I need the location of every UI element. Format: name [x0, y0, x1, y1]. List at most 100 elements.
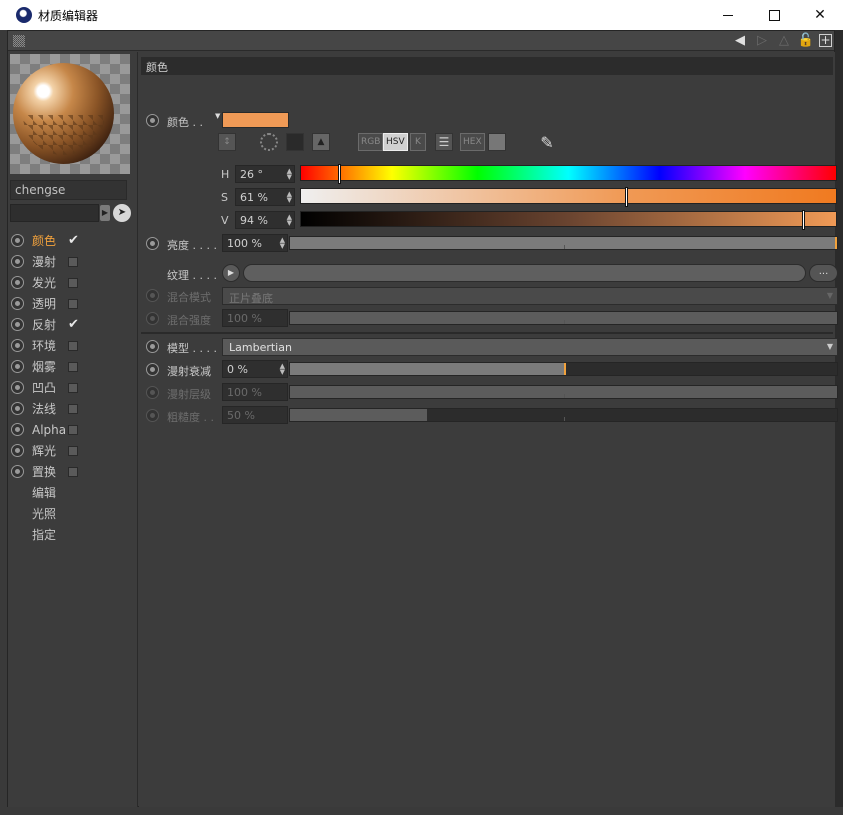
channel-radio[interactable] — [11, 255, 24, 268]
channel-radio[interactable] — [11, 423, 24, 436]
toolbar-grip-icon[interactable] — [13, 35, 25, 47]
brightness-knob[interactable] — [835, 237, 837, 249]
brightness-radio[interactable] — [146, 237, 159, 250]
pick-cursor-icon[interactable]: ➤ — [113, 204, 131, 222]
channel-radio[interactable] — [11, 339, 24, 352]
up-arrow-icon[interactable]: △ — [775, 32, 793, 49]
hex-mode-button[interactable]: HEX — [460, 133, 485, 151]
color-wheel-mode-icon[interactable]: ↕ — [218, 133, 236, 151]
channel-item-reflection[interactable]: 反射 ✔ — [8, 314, 136, 335]
saturation-field[interactable]: 61 % ▲ ▼ — [235, 188, 295, 206]
color-spectrum-icon[interactable] — [260, 133, 278, 151]
close-button[interactable] — [797, 0, 843, 30]
blend-strength-value: 100 % — [227, 312, 262, 325]
image-picker-icon[interactable]: ▲ — [312, 133, 330, 151]
brightness-field[interactable]: 100 % ▲ ▼ — [222, 234, 288, 252]
channel-checkbox[interactable] — [68, 424, 78, 435]
diffuse-falloff-radio[interactable] — [146, 363, 159, 376]
channel-checkbox[interactable] — [68, 445, 78, 456]
channel-radio[interactable] — [11, 318, 24, 331]
hue-label: H — [221, 168, 230, 181]
channel-radio[interactable] — [11, 402, 24, 415]
color-chart-icon[interactable] — [488, 133, 506, 151]
sidebar-item-illumination[interactable]: 光照 — [8, 503, 136, 524]
channel-item-alpha[interactable]: Alpha — [8, 419, 136, 440]
rgb-mode-button[interactable]: RGB — [358, 133, 384, 151]
hue-marker[interactable] — [338, 164, 341, 184]
channel-label: 透明 — [32, 297, 57, 311]
mixer-icon[interactable]: ☰ — [435, 133, 453, 151]
model-dropdown[interactable]: Lambertian ▼ — [222, 338, 838, 356]
hue-field[interactable]: 26 ° ▲ ▼ — [235, 165, 295, 183]
hue-slider[interactable] — [300, 164, 837, 184]
channel-item-luminance[interactable]: 发光 — [8, 272, 136, 293]
channel-item-fog[interactable]: 烟雾 — [8, 356, 136, 377]
channel-radio[interactable] — [11, 234, 24, 247]
search-row: ▶ ➤ — [10, 204, 136, 224]
diffuse-falloff-slider[interactable] — [289, 362, 838, 376]
material-name-field[interactable]: chengse — [10, 180, 127, 200]
diffuse-falloff-knob[interactable] — [564, 363, 566, 375]
texture-label: 纹理 . . . . — [167, 269, 217, 282]
saturation-slider[interactable] — [300, 187, 837, 207]
channel-checkbox[interactable] — [68, 256, 78, 267]
sidebar-item-assign[interactable]: 指定 — [8, 524, 136, 545]
texture-menu-button[interactable]: ▶ — [222, 264, 240, 282]
forward-arrow-icon[interactable]: ▷ — [753, 32, 771, 49]
sidebar-item-edit[interactable]: 编辑 — [8, 482, 136, 503]
value-field[interactable]: 94 % ▲ ▼ — [235, 211, 295, 229]
channel-item-diffuse[interactable]: 漫射 — [8, 251, 136, 272]
eyedropper-icon[interactable]: ✎ — [537, 133, 557, 152]
lock-icon[interactable]: 🔓 — [797, 32, 815, 49]
channel-checkbox[interactable] — [68, 403, 78, 414]
channel-checkbox[interactable] — [68, 340, 78, 351]
color-param-radio[interactable] — [146, 114, 159, 127]
minimize-button[interactable] — [705, 0, 751, 30]
color-picker-square-icon[interactable] — [286, 133, 304, 151]
diffuse-falloff-field[interactable]: 0 % ▲ ▼ — [222, 360, 288, 378]
new-window-icon[interactable]: + — [819, 34, 832, 47]
expand-arrow-button[interactable]: ▶ — [100, 205, 110, 221]
brightness-slider[interactable] — [289, 236, 838, 250]
saturation-marker[interactable] — [625, 187, 628, 207]
channel-radio[interactable] — [11, 360, 24, 373]
channel-label: 辉光 — [32, 444, 57, 458]
window-title: 材质编辑器 — [38, 8, 99, 23]
back-arrow-icon[interactable]: ◀ — [731, 32, 749, 49]
channel-radio[interactable] — [11, 381, 24, 394]
channel-radio[interactable] — [11, 465, 24, 478]
channel-checkbox[interactable]: ✔ — [68, 318, 79, 331]
roughness-radio — [146, 409, 159, 422]
color-swatch[interactable] — [222, 112, 289, 128]
model-value: Lambertian — [229, 341, 292, 354]
channel-radio[interactable] — [11, 276, 24, 289]
value-marker[interactable] — [802, 210, 805, 230]
sidebar-item-label: 编辑 — [32, 486, 57, 500]
channel-item-environment[interactable]: 环境 — [8, 335, 136, 356]
kelvin-mode-button[interactable]: K — [410, 133, 426, 151]
channel-radio[interactable] — [11, 444, 24, 457]
channel-checkbox[interactable] — [68, 382, 78, 393]
channel-label: 置换 — [32, 465, 57, 479]
channel-item-bump[interactable]: 凹凸 — [8, 377, 136, 398]
channel-checkbox[interactable] — [68, 361, 78, 372]
search-input[interactable] — [10, 204, 99, 222]
channel-radio[interactable] — [11, 297, 24, 310]
channel-checkbox[interactable] — [68, 277, 78, 288]
material-preview[interactable] — [10, 54, 130, 174]
maximize-button[interactable] — [751, 0, 797, 30]
channel-checkbox[interactable]: ✔ — [68, 234, 79, 247]
channel-checkbox[interactable] — [68, 298, 78, 309]
texture-browse-button[interactable]: ... — [809, 264, 838, 282]
channel-item-color[interactable]: 颜色 ✔ — [8, 230, 136, 251]
channel-item-glow[interactable]: 辉光 — [8, 440, 136, 461]
hsv-mode-button[interactable]: HSV — [383, 133, 408, 151]
texture-field[interactable] — [243, 264, 806, 282]
model-radio[interactable] — [146, 340, 159, 353]
channel-item-normal[interactable]: 法线 — [8, 398, 136, 419]
swatch-dropdown-arrow-icon[interactable]: ▼ — [215, 112, 220, 120]
channel-item-transparency[interactable]: 透明 — [8, 293, 136, 314]
channel-checkbox[interactable] — [68, 466, 78, 477]
channel-item-displacement[interactable]: 置换 — [8, 461, 136, 482]
value-slider[interactable] — [300, 210, 837, 230]
